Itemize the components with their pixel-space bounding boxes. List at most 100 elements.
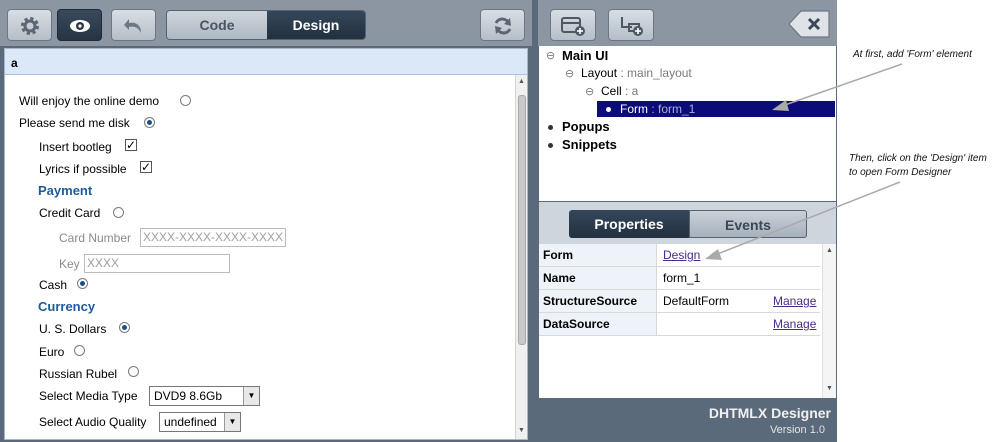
close-button[interactable] [788,10,830,38]
tree-node-popups[interactable]: Popups [562,119,610,134]
credit-card-radio[interactable] [113,207,124,218]
send-disk-radio[interactable] [144,117,155,128]
enjoy-demo-radio[interactable] [180,95,191,106]
usd-label: U. S. Dollars [39,322,107,336]
preview-button[interactable] [57,9,102,41]
enjoy-demo-label: Will enjoy the online demo [19,94,160,108]
tree-node-form[interactable]: Form : form_1 [597,101,835,117]
designer-toolbar: Code Design [0,0,532,46]
key-input[interactable]: XXXX [84,254,230,273]
add-item-icon [621,17,643,36]
tab-events[interactable]: Events [689,210,807,238]
annotation-2-line-2: to open Form Designer [849,167,952,178]
collapse-icon[interactable]: ⊖ [546,49,555,62]
tree-node-main-ui[interactable]: Main UI [562,48,608,63]
scrollbar-thumb[interactable] [518,95,526,345]
property-name: Name [539,267,657,289]
form-value: : form_1 [651,102,696,116]
scroll-down-icon[interactable]: ▼ [518,427,525,434]
key-label: Key [59,257,80,271]
rubel-radio[interactable] [128,366,139,377]
form-label: Form [620,102,648,116]
cash-radio[interactable] [77,278,88,289]
property-row: StructureSource DefaultForm Manage [539,290,820,313]
cash-label: Cash [39,278,68,292]
form-scrollbar[interactable]: ▲ ▼ [515,75,527,439]
euro-radio[interactable] [74,345,85,356]
property-name: StructureSource [539,290,657,312]
property-value[interactable]: DefaultForm [663,290,729,312]
audio-quality-label: Select Audio Quality [39,415,147,429]
properties-grid: Form Design Name form_1 StructureSource … [539,244,836,398]
property-name: DataSource [539,313,657,335]
audio-quality-select[interactable]: undefined ▼ [159,412,241,432]
footer: DHTMLX Designer Version 1.0 [538,398,837,442]
ui-tree: ⊖ Main UI ⊖ Layout : main_layout ⊖ Cell … [539,46,836,201]
settings-button[interactable] [7,9,52,41]
cell-title: a [11,56,18,70]
tree-node-cell[interactable]: Cell : a [601,84,638,98]
tree-node-snippets[interactable]: Snippets [562,137,617,152]
currency-header: Currency [38,299,96,314]
cell-header: a [5,49,527,75]
tab-code[interactable]: Code [167,11,267,39]
manage-link[interactable]: Manage [773,313,816,335]
usd-radio[interactable] [119,322,130,333]
rubel-label: Russian Rubel [39,367,118,381]
payment-header: Payment [38,183,93,198]
refresh-button[interactable] [480,9,525,41]
insert-bootleg-checkbox[interactable]: ✓ [125,139,137,151]
property-name: Form [539,244,657,266]
property-row: Form Design [539,244,820,267]
undo-icon [124,19,141,33]
undo-button[interactable] [111,9,156,41]
chevron-down-icon: ▼ [224,413,240,431]
bullet-icon [548,125,553,130]
scroll-up-icon[interactable]: ▲ [518,78,525,85]
card-number-input[interactable]: XXXX-XXXX-XXXX-XXXX [140,228,286,247]
layout-label: Layout [581,66,618,80]
structure-pane: ⊖ Main UI ⊖ Layout : main_layout ⊖ Cell … [538,0,837,442]
manage-link[interactable]: Manage [773,290,816,312]
footer-version: Version 1.0 [769,424,825,436]
design-link[interactable]: Design [663,244,700,266]
designer-pane: Code Design a Will enjoy the online demo… [0,0,532,442]
tree-node-layout[interactable]: Layout : main_layout [581,66,692,80]
property-value[interactable]: form_1 [663,267,700,289]
chevron-down-icon: ▼ [243,387,259,405]
refresh-icon [494,17,512,35]
form-node-text: Form : form_1 [620,102,695,116]
card-number-label: Card Number [59,231,132,245]
tab-properties[interactable]: Properties [569,210,689,238]
media-type-select[interactable]: DVD9 8.6Gb ▼ [149,386,260,406]
tab-design[interactable]: Design [267,11,365,39]
annotation-1: At first, add 'Form' element [853,49,972,60]
cell-label: Cell [601,84,622,98]
collapse-icon[interactable]: ⊖ [565,67,574,80]
structure-toolbar [538,0,837,46]
annotation-2-line-1: Then, click on the 'Design' item [849,153,987,164]
lyrics-checkbox[interactable]: ✓ [140,161,152,173]
scroll-up-icon[interactable]: ▲ [826,247,833,254]
collapse-icon[interactable]: ⊖ [585,85,594,98]
bullet-icon [548,143,553,148]
code-design-switch: Code Design [166,10,366,40]
properties-scrollbar[interactable]: ▲ ▼ [822,244,836,398]
add-container-button[interactable] [550,9,596,41]
send-disk-label: Please send me disk [19,116,130,130]
scroll-down-icon[interactable]: ▼ [826,385,833,392]
close-icon [788,10,830,38]
footer-title: DHTMLX Designer [708,405,831,421]
eye-icon [70,20,90,32]
layout-value: : main_layout [620,66,692,80]
lyrics-label: Lyrics if possible [39,162,127,176]
bullet-icon [606,107,611,112]
euro-label: Euro [39,345,65,359]
add-item-button[interactable] [608,9,654,41]
property-row: DataSource Manage [539,313,820,336]
property-row: Name form_1 [539,267,820,290]
form-preview: a Will enjoy the online demo Please send… [4,48,528,440]
gear-icon [21,17,39,35]
add-container-icon [561,17,585,36]
media-type-label: Select Media Type [39,389,138,403]
